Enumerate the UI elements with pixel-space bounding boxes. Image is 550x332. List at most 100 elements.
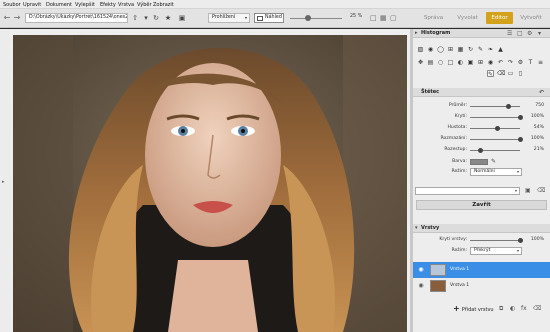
delete-preset-icon[interactable]: ⌫ — [537, 187, 545, 194]
layer-mode-select[interactable]: Překrýt ▾ — [470, 247, 522, 255]
duplicate-icon[interactable]: ⧉ — [499, 305, 503, 313]
tab-editor[interactable]: Editor — [486, 12, 513, 24]
brush-header[interactable]: Štětec ↶ — [413, 88, 550, 97]
zoom-slider[interactable] — [290, 14, 342, 21]
fullscreen-icon[interactable]: ▢ — [390, 14, 397, 22]
align-icon[interactable]: ≡ — [537, 59, 544, 66]
rotate-icon[interactable]: ↻ — [467, 46, 474, 53]
eyedropper-icon[interactable]: ✎ — [491, 158, 496, 166]
star-icon[interactable]: ★ — [163, 13, 173, 23]
mask-icon[interactable]: ◐ — [510, 305, 515, 312]
diameter-slider[interactable] — [470, 105, 520, 107]
layers-header[interactable]: ▾ Vrstvy — [413, 224, 550, 233]
target-icon[interactable]: ◉ — [427, 46, 434, 53]
folder-up-icon[interactable]: ⇧ — [130, 13, 140, 23]
menu-enhance[interactable]: Vylepšit — [75, 2, 95, 8]
path-input[interactable]: D:\Obrázky\Ukázky\Portrét\161524\ones2 — [25, 13, 128, 23]
diameter-thumb[interactable] — [506, 103, 511, 109]
transform-icon[interactable]: □ — [447, 59, 454, 66]
menu-layer[interactable]: Vrstva — [118, 2, 134, 8]
preview-button[interactable]: Náhled — [254, 13, 284, 23]
brush-mode-select[interactable]: Normální ▾ — [470, 168, 522, 176]
pencil-icon[interactable]: ✎ — [477, 46, 484, 53]
redeye-icon[interactable]: ◉ — [487, 59, 494, 66]
dropdown-icon[interactable]: ▾ — [141, 13, 151, 23]
histogram-header[interactable]: ▸ Histogram ☰ □ ⚙ ▾ — [413, 29, 550, 38]
redo-icon[interactable]: ↷ — [507, 59, 514, 66]
zoom-slider-thumb[interactable] — [305, 14, 312, 21]
square-icon[interactable]: □ — [517, 29, 523, 38]
layer-opacity-thumb[interactable] — [517, 237, 523, 243]
menu-view[interactable]: Zobrazit — [153, 2, 174, 8]
folder-icon[interactable]: ▣ — [177, 13, 187, 23]
layers-icon[interactable]: ▤ — [427, 59, 434, 66]
density-value[interactable]: 54% — [534, 124, 544, 132]
menu-document[interactable]: Dokument — [46, 2, 72, 8]
trash-icon[interactable]: ⌫ — [497, 70, 505, 77]
close-button[interactable]: Zavřít — [416, 200, 547, 210]
plus-icon: + — [453, 304, 460, 313]
adjust-icon[interactable]: ◐ — [457, 59, 464, 66]
layer-opacity-value[interactable]: 100% — [531, 236, 544, 244]
preset-select[interactable]: ▾ — [415, 187, 520, 195]
density-thumb[interactable] — [494, 125, 500, 131]
reset-icon[interactable]: ↶ — [539, 88, 544, 97]
image-canvas[interactable] — [10, 29, 410, 332]
straighten-icon[interactable]: ⊞ — [477, 59, 484, 66]
back-arrow-icon[interactable]: ← — [2, 13, 12, 23]
menu-selection[interactable]: Výběr — [137, 2, 152, 8]
browse-button[interactable]: Prohlížení ▾ — [208, 13, 250, 23]
text-icon[interactable]: T — [527, 59, 534, 66]
ellipse-icon[interactable]: ◯ — [437, 46, 444, 53]
tab-create[interactable]: Vytvořit — [516, 12, 546, 24]
add-layer-button[interactable]: + Přidat vrstvu — [453, 304, 494, 315]
trash-icon[interactable]: ⌫ — [533, 305, 541, 312]
tab-manage[interactable]: Správa — [421, 12, 446, 24]
eraser-icon[interactable]: ▭ — [507, 70, 514, 77]
histogram-menu-icon[interactable]: ☰ — [507, 29, 512, 38]
param-density: Hustota: 54% — [413, 124, 550, 132]
spacing-thumb[interactable] — [478, 147, 483, 153]
layer-row[interactable]: ◉ Vrstva 1 — [413, 262, 550, 278]
folder-icon[interactable]: ▣ — [467, 59, 474, 66]
undo-icon[interactable]: ↶ — [497, 59, 504, 66]
forward-arrow-icon[interactable]: → — [12, 13, 22, 23]
lasso-icon[interactable]: ○ — [437, 59, 444, 66]
eye-icon[interactable]: ◉ — [417, 262, 425, 278]
menu-edit[interactable]: Upravit — [23, 2, 41, 8]
portrait-photo[interactable] — [13, 35, 407, 332]
diameter-value[interactable]: 750 — [535, 102, 544, 110]
save-preset-icon[interactable]: ▣ — [525, 187, 531, 194]
opacity-thumb[interactable] — [517, 114, 523, 120]
opacity-slider[interactable] — [470, 116, 520, 118]
crop-icon[interactable]: ⊞ — [447, 46, 454, 53]
fit-icon[interactable]: □ — [370, 14, 377, 22]
feather-slider[interactable] — [470, 138, 520, 140]
eye-icon[interactable]: ◉ — [417, 278, 425, 294]
gradient-icon[interactable]: ▯ — [517, 70, 524, 77]
expand-panel-icon[interactable]: ▸ — [2, 179, 5, 185]
layer-opacity-slider[interactable] — [470, 239, 520, 241]
feather-value[interactable]: 100% — [531, 135, 544, 143]
fx-icon[interactable]: fx — [521, 305, 527, 312]
settings-tool-icon[interactable]: ⚙ — [517, 59, 524, 66]
feather-thumb[interactable] — [517, 136, 523, 142]
tab-develop[interactable]: Vyvolat — [454, 12, 481, 24]
refresh-icon[interactable]: ↻ — [151, 13, 161, 23]
opacity-value[interactable]: 100% — [531, 113, 544, 121]
selection-icon[interactable]: ▧ — [417, 46, 424, 53]
actual-size-icon[interactable]: ▦ — [380, 14, 387, 22]
menu-file[interactable]: Soubor — [3, 2, 21, 8]
layer-row[interactable]: ◉ Vrstva 1 — [413, 278, 550, 294]
dropdown-icon[interactable]: ▾ — [538, 29, 541, 38]
spacing-value[interactable]: 21% — [534, 146, 544, 154]
move-icon[interactable]: ✥ — [417, 59, 424, 66]
color-swatch[interactable] — [470, 159, 488, 165]
gear-icon[interactable]: ⚙ — [527, 29, 532, 38]
menu-effects[interactable]: Efekty — [100, 2, 116, 8]
grid-icon[interactable]: ▦ — [457, 46, 464, 53]
layer-thumbnail — [430, 264, 446, 276]
brush-icon[interactable]: ✎ — [487, 70, 494, 78]
stamp-icon[interactable]: ▲ — [497, 46, 504, 53]
brush-tool-icon[interactable]: ❧ — [487, 46, 494, 53]
